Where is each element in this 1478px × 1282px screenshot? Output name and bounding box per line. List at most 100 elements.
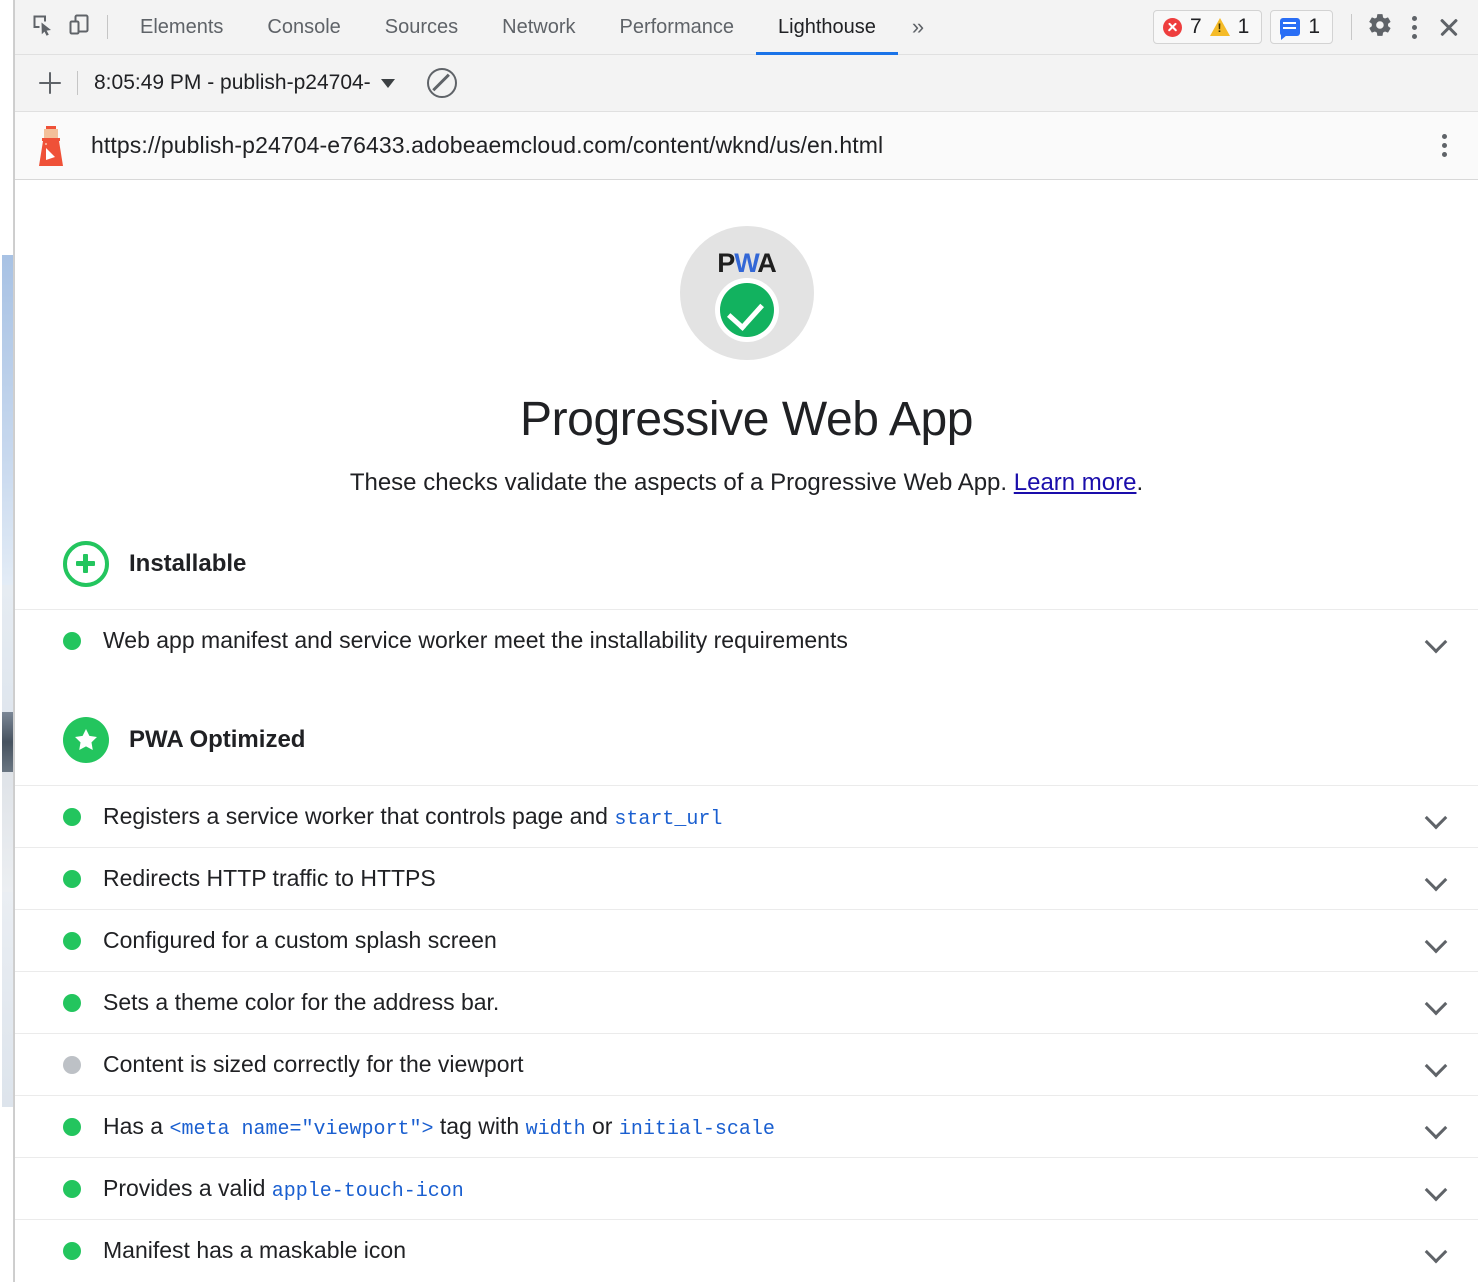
chevron-down-icon[interactable] (1424, 866, 1450, 892)
new-report-button[interactable] (33, 66, 67, 100)
tab-elements[interactable]: Elements (118, 0, 245, 55)
chevron-down-icon[interactable] (1424, 1176, 1450, 1202)
error-warning-counts[interactable]: 7 1 (1153, 10, 1262, 44)
tab-label: Performance (620, 16, 735, 39)
audit-title: Redirects HTTP traffic to HTTPS (103, 865, 1412, 892)
lighthouse-report: PWA Progressive Web App These checks val… (15, 180, 1478, 1281)
chevron-down-icon[interactable] (1424, 1052, 1450, 1078)
check-circle-icon (720, 283, 774, 337)
audit-title: Has a <meta name="viewport"> tag with wi… (103, 1113, 1412, 1141)
report-url-bar: https://publish-p24704-e76433.adobeaemcl… (15, 112, 1478, 180)
tab-sources[interactable]: Sources (363, 0, 480, 55)
audit-code-part: apple-touch-icon (272, 1180, 464, 1203)
clear-all-button[interactable] (427, 68, 457, 98)
toolbar-right-group: 7 1 1 (1153, 8, 1478, 46)
audit-code-part: initial-scale (619, 1118, 775, 1141)
report-run-selector[interactable]: 8:05:49 PM - publish-p24704- (88, 67, 401, 99)
category-header-installable: Installable (15, 541, 1478, 587)
tab-label: Sources (385, 16, 458, 39)
report-hero: PWA Progressive Web App These checks val… (15, 180, 1478, 497)
chevron-double-right-icon: » (912, 14, 924, 40)
audit-list-installable: Web app manifest and service worker meet… (15, 609, 1478, 671)
devtools-tabs: Elements Console Sources Network Perform… (118, 0, 898, 55)
toolbar-divider (1351, 14, 1352, 40)
audit-text-part: or (586, 1113, 619, 1139)
learn-more-link[interactable]: Learn more (1014, 469, 1137, 496)
audit-title: Web app manifest and service worker meet… (103, 627, 1412, 654)
inspect-element-button[interactable] (25, 9, 61, 45)
kebab-icon (1442, 134, 1447, 139)
more-options-button[interactable] (1398, 9, 1430, 45)
report-description-text: These checks validate the aspects of a P… (350, 469, 1007, 496)
audit-text-part: Manifest has a maskable icon (103, 1237, 406, 1263)
inspected-page-sliver (0, 0, 14, 1282)
audit-text-part: Provides a valid (103, 1175, 272, 1201)
audit-text-part: Web app manifest and service worker meet… (103, 627, 848, 653)
audit-row[interactable]: Web app manifest and service worker meet… (15, 609, 1478, 671)
audit-row[interactable]: Sets a theme color for the address bar. (15, 971, 1478, 1033)
kebab-icon (1412, 25, 1417, 30)
audit-row[interactable]: Has a <meta name="viewport"> tag with wi… (15, 1095, 1478, 1157)
category-title: PWA Optimized (129, 726, 305, 754)
pwa-letter-w: W (734, 248, 757, 278)
audit-title: Sets a theme color for the address bar. (103, 989, 1412, 1016)
audit-text-part: Registers a service worker that controls… (103, 803, 614, 829)
category-title: Installable (129, 550, 246, 578)
lighthouse-subbar: 8:05:49 PM - publish-p24704- (15, 55, 1478, 112)
tab-lighthouse[interactable]: Lighthouse (756, 0, 898, 55)
audit-title: Configured for a custom splash screen (103, 927, 1412, 954)
chevron-down-icon[interactable] (1424, 1114, 1450, 1140)
device-toolbar-button[interactable] (61, 9, 97, 45)
tab-console[interactable]: Console (245, 0, 362, 55)
audit-code-part: width (526, 1118, 586, 1141)
warning-icon (1210, 18, 1230, 36)
devtools-panel: Elements Console Sources Network Perform… (14, 0, 1478, 1282)
close-devtools-button[interactable] (1430, 8, 1468, 46)
toolbar-divider (107, 15, 108, 39)
gear-icon (1367, 12, 1393, 43)
chevron-down-icon[interactable] (1424, 1238, 1450, 1264)
report-run-label: 8:05:49 PM - publish-p24704- (94, 71, 371, 95)
report-url: https://publish-p24704-e76433.adobeaemcl… (91, 132, 883, 159)
audit-row[interactable]: Redirects HTTP traffic to HTTPS (15, 847, 1478, 909)
issues-count-badge[interactable]: 1 (1270, 10, 1333, 44)
audit-row[interactable]: Manifest has a maskable icon (15, 1219, 1478, 1281)
audit-row[interactable]: Provides a valid apple-touch-icon (15, 1157, 1478, 1219)
audit-status-dot (63, 870, 81, 888)
audit-text-part: Redirects HTTP traffic to HTTPS (103, 865, 436, 891)
chevron-down-icon[interactable] (1424, 804, 1450, 830)
pwa-wordmark: PWA (717, 250, 776, 277)
chevron-down-icon[interactable] (1424, 990, 1450, 1016)
tab-network[interactable]: Network (480, 0, 597, 55)
audit-status-dot (63, 994, 81, 1012)
audit-row[interactable]: Content is sized correctly for the viewp… (15, 1033, 1478, 1095)
settings-button[interactable] (1362, 9, 1398, 45)
more-tabs-button[interactable]: » (898, 14, 938, 40)
chevron-down-icon[interactable] (1424, 628, 1450, 654)
audit-status-dot (63, 1118, 81, 1136)
report-description: These checks validate the aspects of a P… (15, 469, 1478, 497)
device-toolbar-icon (67, 13, 91, 42)
audit-row[interactable]: Registers a service worker that controls… (15, 785, 1478, 847)
kebab-icon (1442, 143, 1447, 148)
report-menu-button[interactable] (1428, 128, 1460, 164)
star-icon (63, 717, 109, 763)
page-title: Progressive Web App (15, 392, 1478, 447)
pwa-badge: PWA (680, 226, 814, 360)
audit-status-dot (63, 632, 81, 650)
audit-code-part: start_url (614, 808, 722, 831)
audit-status-dot (63, 808, 81, 826)
chevron-down-icon[interactable] (1424, 928, 1450, 954)
tab-performance[interactable]: Performance (598, 0, 757, 55)
lighthouse-icon (33, 124, 69, 168)
audit-row[interactable]: Configured for a custom splash screen (15, 909, 1478, 971)
audit-code-part: <meta name="viewport"> (169, 1118, 433, 1141)
tab-label: Lighthouse (778, 16, 876, 39)
warning-count: 1 (1235, 15, 1253, 39)
error-icon (1163, 18, 1182, 37)
audit-title: Provides a valid apple-touch-icon (103, 1175, 1412, 1203)
install-plus-icon (63, 541, 109, 587)
audit-status-dot (63, 1056, 81, 1074)
tab-label: Console (267, 16, 340, 39)
audit-text-part: Content is sized correctly for the viewp… (103, 1051, 524, 1077)
